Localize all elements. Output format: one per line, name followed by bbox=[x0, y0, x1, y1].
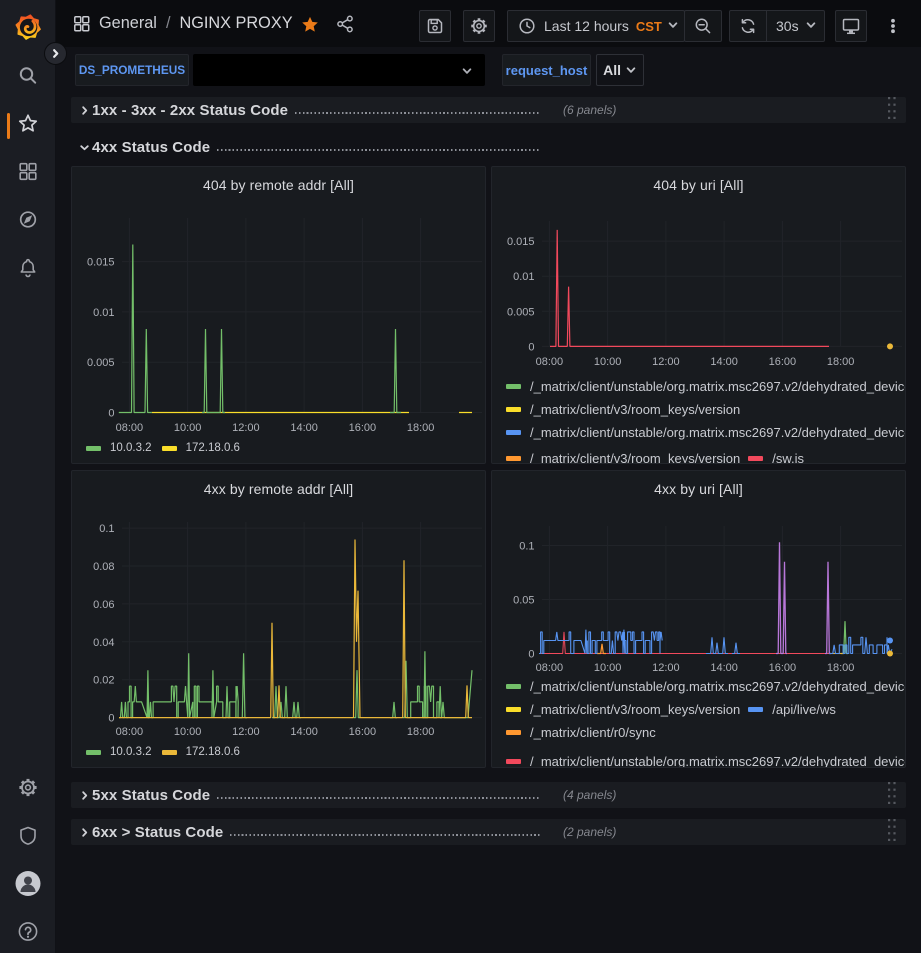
svg-text:12:00: 12:00 bbox=[232, 726, 260, 738]
svg-text:16:00: 16:00 bbox=[769, 356, 797, 368]
svg-text:14:00: 14:00 bbox=[290, 422, 318, 434]
svg-text:0.005: 0.005 bbox=[87, 357, 115, 369]
svg-text:0: 0 bbox=[528, 341, 534, 353]
svg-text:0: 0 bbox=[108, 408, 114, 420]
svg-text:16:00: 16:00 bbox=[769, 662, 797, 674]
svg-text:0.04: 0.04 bbox=[93, 637, 114, 649]
svg-text:0.06: 0.06 bbox=[93, 599, 114, 611]
svg-text:18:00: 18:00 bbox=[827, 662, 855, 674]
svg-text:14:00: 14:00 bbox=[290, 726, 318, 738]
svg-text:08:00: 08:00 bbox=[536, 662, 564, 674]
svg-text:08:00: 08:00 bbox=[116, 726, 144, 738]
svg-text:0.05: 0.05 bbox=[513, 595, 534, 607]
svg-text:08:00: 08:00 bbox=[116, 422, 144, 434]
svg-text:18:00: 18:00 bbox=[407, 422, 435, 434]
svg-text:0: 0 bbox=[108, 713, 114, 725]
svg-text:0.01: 0.01 bbox=[93, 307, 114, 319]
svg-text:0.08: 0.08 bbox=[93, 561, 114, 573]
svg-text:12:00: 12:00 bbox=[652, 662, 680, 674]
svg-text:18:00: 18:00 bbox=[407, 726, 435, 738]
svg-text:10:00: 10:00 bbox=[594, 356, 622, 368]
svg-text:10:00: 10:00 bbox=[174, 422, 202, 434]
svg-text:0.1: 0.1 bbox=[99, 523, 114, 535]
svg-text:0.005: 0.005 bbox=[507, 306, 535, 318]
svg-text:0.015: 0.015 bbox=[507, 236, 535, 248]
svg-text:16:00: 16:00 bbox=[349, 422, 377, 434]
svg-text:12:00: 12:00 bbox=[652, 356, 680, 368]
svg-text:0.01: 0.01 bbox=[513, 271, 534, 283]
svg-text:14:00: 14:00 bbox=[710, 662, 738, 674]
svg-text:10:00: 10:00 bbox=[594, 662, 622, 674]
svg-text:08:00: 08:00 bbox=[536, 356, 564, 368]
svg-text:0: 0 bbox=[528, 649, 534, 661]
svg-text:0.015: 0.015 bbox=[87, 257, 115, 269]
svg-text:10:00: 10:00 bbox=[174, 726, 202, 738]
svg-text:0.1: 0.1 bbox=[519, 541, 534, 553]
svg-text:12:00: 12:00 bbox=[232, 422, 260, 434]
svg-text:0.02: 0.02 bbox=[93, 675, 114, 687]
svg-text:16:00: 16:00 bbox=[349, 726, 377, 738]
svg-text:14:00: 14:00 bbox=[710, 356, 738, 368]
svg-text:18:00: 18:00 bbox=[827, 356, 855, 368]
